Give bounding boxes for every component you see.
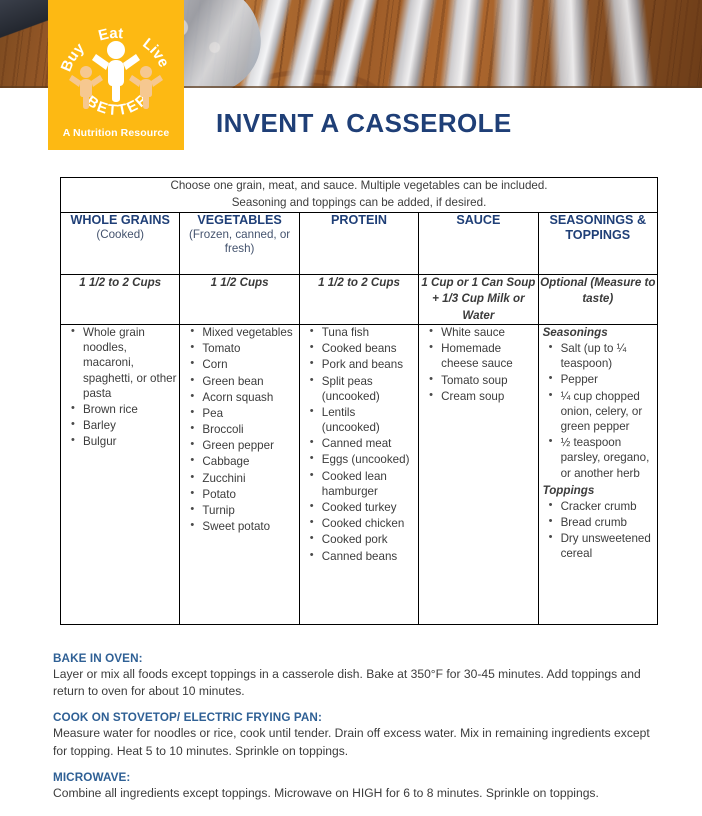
list-item: Eggs (uncooked): [310, 451, 416, 467]
list-item: Pork and beans: [310, 356, 416, 372]
table-amount-row: 1 1/2 to 2 Cups 1 1/2 Cups 1 1/2 to 2 Cu…: [59, 273, 659, 325]
table-header-row: WHOLE GRAINS (Cooked) VEGETABLES (Frozen…: [59, 211, 659, 275]
items-whole-grains: Whole grain noodles, macaroni, spaghetti…: [59, 323, 181, 625]
list-item: Cooked beans: [310, 340, 416, 356]
list-vegetables: Mixed vegetablesTomatoCornGreen beanAcor…: [180, 324, 298, 534]
list-item: Sweet potato: [190, 518, 296, 534]
list-item: Salt (up to ¼ teaspoon): [549, 340, 655, 371]
list-item: Homemade cheese sauce: [429, 340, 535, 371]
list-item: Barley: [71, 417, 177, 433]
list-item: Pea: [190, 405, 296, 421]
list-item: Cooked lean hamburger: [310, 468, 416, 499]
logo-caption: A Nutrition Resource: [62, 127, 170, 139]
list-item: Green bean: [190, 373, 296, 389]
list-item: Cooked turkey: [310, 499, 416, 515]
table-intro-row: Choose one grain, meat, and sauce. Multi…: [60, 177, 658, 213]
list-item: Split peas (uncooked): [310, 373, 416, 404]
list-item: ¼ cup chopped onion, celery, or green pe…: [549, 388, 655, 435]
amount-protein: 1 1/2 to 2 Cups: [298, 273, 420, 325]
items-vegetables: Mixed vegetablesTomatoCornGreen beanAcor…: [179, 324, 300, 625]
list-item: Lentils (uncooked): [310, 404, 416, 435]
items-sauce: White sauceHomemade cheese sauceTomato s…: [418, 324, 539, 625]
column-header-protein: PROTEIN: [298, 211, 420, 275]
instruction-heading-bake-in-oven: BAKE IN OVEN:: [53, 652, 143, 665]
header-title-seasonings-toppings: SEASONINGS & TOPPINGS: [549, 212, 647, 242]
list-toppings: Cracker crumbBread crumbDry unsweetened …: [539, 498, 657, 562]
items-seasonings-toppings: Seasonings Salt (up to ¼ teaspoon)Pepper…: [537, 323, 659, 625]
amount-vegetables: 1 1/2 Cups: [179, 273, 300, 325]
instruction-body-bake-in-oven: Layer or mix all foods except toppings i…: [53, 667, 641, 699]
group-label-toppings: Toppings: [542, 483, 595, 497]
instruction-block-stovetop: COOK ON STOVETOP/ ELECTRIC FRYING PAN: M…: [53, 711, 653, 759]
list-item: Tomato: [190, 340, 296, 356]
list-item: White sauce: [429, 324, 535, 340]
instruction-heading-stovetop: COOK ON STOVETOP/ ELECTRIC FRYING PAN:: [53, 711, 322, 725]
list-item: Corn: [190, 356, 296, 372]
list-item: Whole grain noodles, macaroni, spaghetti…: [71, 324, 177, 401]
instruction-body-stovetop: Measure water for noodles or rice, cook …: [53, 726, 650, 758]
instruction-body-microwave: Combine all ingredients except toppings.…: [53, 785, 599, 800]
buy-eat-live-better-logo: Buy Eat Live BETTER A Nutrition Resource: [48, 0, 184, 150]
page-title: INVENT A CASSEROLE: [216, 108, 512, 138]
list-whole-grains: Whole grain noodles, macaroni, spaghetti…: [61, 324, 179, 450]
list-item: Dry unsweetened cereal: [549, 530, 655, 561]
intro-line-2: Seasoning and toppings can be added, if …: [231, 195, 487, 209]
list-item: Potato: [190, 486, 296, 502]
list-item: Green pepper: [190, 437, 296, 453]
list-item: Cooked chicken: [310, 515, 416, 531]
list-protein: Tuna fishCooked beansPork and beansSplit…: [300, 324, 418, 564]
list-item: ½ teaspoon parsley, oregano, or another …: [549, 434, 655, 481]
svg-text:Eat: Eat: [97, 25, 124, 45]
amount-whole-grains: 1 1/2 to 2 Cups: [59, 273, 181, 325]
list-item: Cooked pork: [310, 531, 416, 547]
list-sauce: White sauceHomemade cheese sauceTomato s…: [419, 324, 537, 404]
intro-line-1: Choose one grain, meat, and sauce. Multi…: [170, 179, 548, 192]
header-subtitle-whole-grains: (Cooked): [96, 227, 145, 241]
instruction-heading-microwave: MICROWAVE:: [53, 770, 131, 784]
items-protein: Tuna fishCooked beansPork and beansSplit…: [298, 324, 420, 625]
amount-sauce: 1 Cup or 1 Can Soup + 1/3 Cup Milk or Wa…: [418, 273, 539, 325]
column-header-sauce: SAUCE: [418, 211, 539, 275]
list-item: Pepper: [549, 371, 655, 387]
document-page: Buy Eat Live BETTER A Nutrition Resource…: [0, 0, 702, 816]
list-item: Tuna fish: [310, 324, 416, 340]
casserole-builder-table: Choose one grain, meat, and sauce. Multi…: [59, 177, 659, 625]
list-item: Brown rice: [71, 401, 177, 417]
instruction-block-microwave: MICROWAVE: Combine all ingredients excep…: [53, 771, 653, 802]
header-title-sauce: SAUCE: [456, 212, 501, 227]
list-item: Acorn squash: [190, 389, 296, 405]
column-header-whole-grains: WHOLE GRAINS (Cooked): [59, 211, 181, 275]
list-item: Canned meat: [310, 435, 416, 451]
column-header-seasonings-toppings: SEASONINGS & TOPPINGS: [537, 211, 659, 275]
list-seasonings: Salt (up to ¼ teaspoon)Pepper¼ cup chopp…: [539, 340, 657, 481]
logo-mark-icon: Buy Eat Live BETTER: [58, 25, 173, 116]
list-item: Canned beans: [310, 548, 416, 564]
group-label-seasonings: Seasonings: [542, 325, 608, 339]
list-item: Mixed vegetables: [190, 324, 296, 340]
list-item: Bread crumb: [549, 514, 655, 530]
svg-text:Live: Live: [139, 35, 172, 70]
list-item: Broccoli: [190, 421, 296, 437]
list-item: Cream soup: [429, 388, 535, 404]
header-subtitle-vegetables: (Frozen, canned, or fresh): [188, 227, 291, 256]
list-item: Turnip: [190, 502, 296, 518]
list-item: Zucchini: [190, 470, 296, 486]
list-item: Bulgur: [71, 433, 177, 449]
table-intro-cell: Choose one grain, meat, and sauce. Multi…: [60, 177, 658, 213]
header-title-protein: PROTEIN: [330, 212, 387, 227]
list-item: Cabbage: [190, 453, 296, 469]
cooking-instructions: BAKE IN OVEN: Layer or mix all foods exc…: [53, 652, 653, 813]
instruction-block-bake-in-oven: BAKE IN OVEN: Layer or mix all foods exc…: [53, 652, 653, 700]
list-item: Cracker crumb: [549, 498, 655, 514]
header-title-vegetables: VEGETABLES: [197, 212, 282, 227]
amount-seasonings-toppings: Optional (Measure to taste): [537, 273, 659, 325]
list-item: Tomato soup: [429, 372, 535, 388]
column-header-vegetables: VEGETABLES (Frozen, canned, or fresh): [179, 211, 300, 275]
header-title-whole-grains: WHOLE GRAINS: [70, 212, 170, 227]
table-items-row: Whole grain noodles, macaroni, spaghetti…: [59, 323, 659, 625]
